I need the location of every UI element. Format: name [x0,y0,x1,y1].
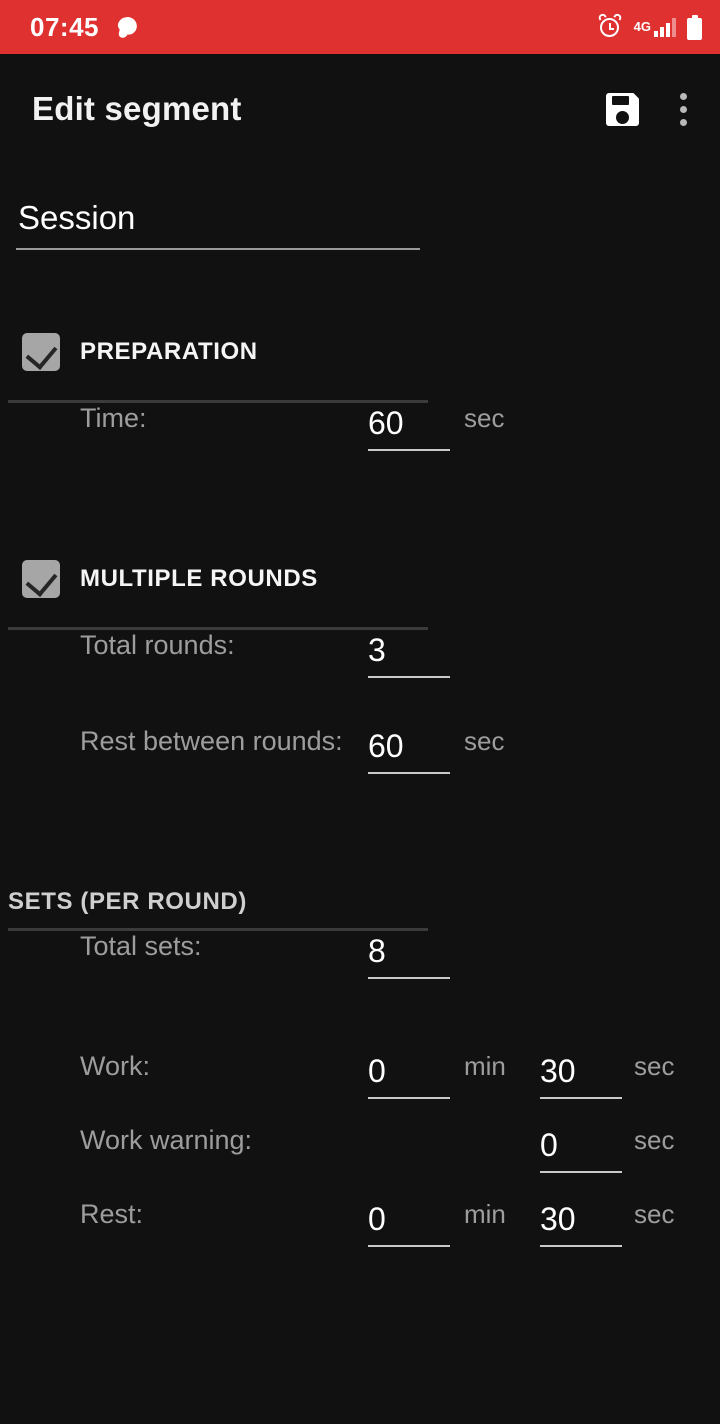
multiple-rounds-title: MULTIPLE ROUNDS [80,565,318,592]
rest-minutes-input[interactable]: 0 [368,1199,450,1247]
section-preparation: PREPARATION Time: 60 sec [0,326,720,477]
total-rounds-input[interactable]: 3 [368,630,450,678]
rest-between-rounds-label: Rest between rounds: [80,726,343,756]
save-floppy-icon[interactable] [600,88,642,130]
preparation-time-input[interactable]: 60 [368,403,450,451]
segment-name-row [0,164,720,250]
network-status: 4G [633,17,676,37]
network-type-label: 4G [633,18,651,34]
row-work: Work: 0 min 30 sec [0,1051,720,1125]
work-label: Work: [80,1051,151,1081]
preparation-time-unit: sec [464,403,505,433]
status-bar-clock: 07:45 [30,11,99,42]
battery-icon [687,14,702,40]
work-warning-label: Work warning: [80,1125,253,1155]
kebab-menu-icon[interactable] [668,89,698,129]
work-seconds-unit: sec [634,1051,675,1081]
status-bar: 07:45 4G [0,0,720,54]
row-total-rounds: Total rounds: 3 [0,630,720,704]
preparation-header[interactable]: PREPARATION [0,326,720,378]
multiple-rounds-checkbox[interactable] [22,560,60,598]
total-rounds-label: Total rounds: [80,630,235,660]
status-bar-right: 4G [596,12,702,40]
rest-between-rounds-input[interactable]: 60 [368,726,450,774]
multiple-rounds-header[interactable]: MULTIPLE ROUNDS [0,553,720,605]
preparation-title: PREPARATION [80,338,258,365]
row-work-warning: Work warning: 0 sec [0,1125,720,1199]
page-title: Edit segment [32,90,242,127]
preparation-time-label: Time: [80,403,147,433]
work-minutes-unit: min [464,1051,506,1081]
section-sets: SETS (PER ROUND) Total sets: 8 Work: 0 m… [0,876,720,1273]
app-bar: Edit segment [0,54,720,164]
row-rest-between-rounds: Rest between rounds: 60 sec [0,726,720,800]
app-bar-actions [600,88,698,130]
rest-seconds-input[interactable]: 30 [540,1199,622,1247]
edit-segment-form: PREPARATION Time: 60 sec MULTIPLE ROUNDS… [0,164,720,1273]
rest-seconds-unit: sec [634,1199,675,1229]
work-seconds-input[interactable]: 30 [540,1051,622,1099]
rest-between-rounds-unit: sec [464,726,505,756]
alarm-clock-icon [596,12,623,40]
row-total-sets: Total sets: 8 [0,931,720,1005]
segment-name-input[interactable] [16,194,420,250]
work-minutes-input[interactable]: 0 [368,1051,450,1099]
speech-bubble-icon [117,15,143,39]
work-warning-seconds-unit: sec [634,1125,675,1155]
row-rest: Rest: 0 min 30 sec [0,1199,720,1273]
preparation-checkbox[interactable] [22,333,60,371]
rest-label: Rest: [80,1199,144,1229]
sets-title: SETS (PER ROUND) [8,888,247,915]
status-bar-left: 07:45 [30,12,143,43]
total-sets-input[interactable]: 8 [368,931,450,979]
work-warning-seconds-input[interactable]: 0 [540,1125,622,1173]
section-multiple-rounds: MULTIPLE ROUNDS Total rounds: 3 Rest bet… [0,553,720,800]
signal-bars-icon [654,17,676,37]
row-preparation-time: Time: 60 sec [0,403,720,477]
sets-header: SETS (PER ROUND) [0,876,720,928]
rest-minutes-unit: min [464,1199,506,1229]
total-sets-label: Total sets: [80,931,202,961]
